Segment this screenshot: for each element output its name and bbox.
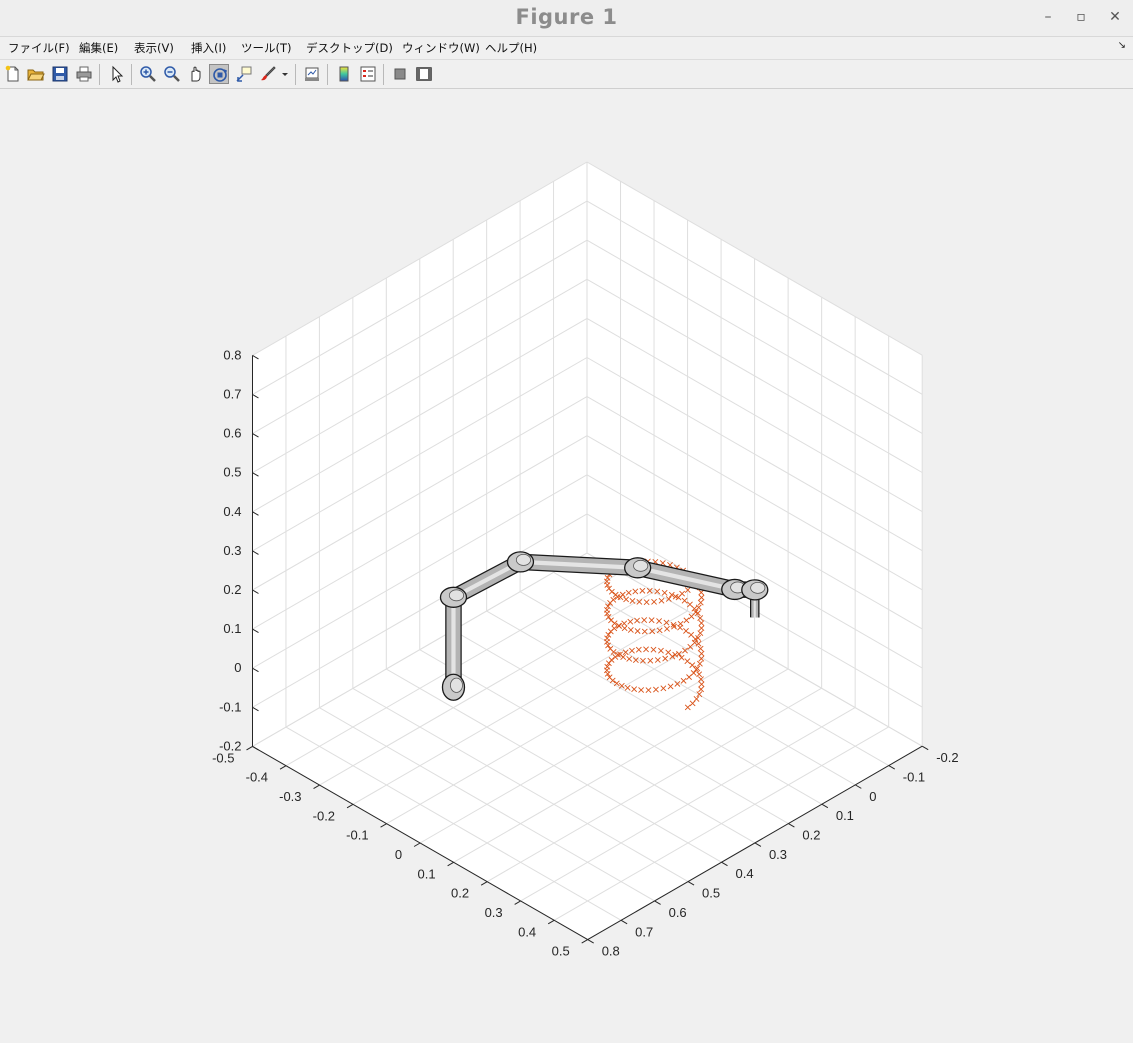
x-tick-mark (313, 784, 320, 789)
arm-joint-cap (515, 553, 532, 566)
zoom-out-icon[interactable] (162, 64, 182, 84)
x-tick-label: 0.1 (418, 866, 436, 881)
z-tick-label: -0.1 (219, 699, 241, 714)
y-tick-label: 0.5 (702, 886, 720, 901)
x-tick-mark (547, 919, 555, 925)
toolbar-separator (383, 64, 384, 85)
arm-joint-cap (450, 677, 463, 693)
menu-tools[interactable]: ツール(T) (241, 40, 292, 56)
minimize-button[interactable]: – (1037, 6, 1059, 28)
y-tick-label: 0.1 (836, 808, 854, 823)
window-title: Figure 1 (515, 5, 618, 29)
toolbar-separator (131, 64, 132, 85)
title-bar: Figure 1 – ▫ ✕ (0, 0, 1133, 37)
x-tick-mark (447, 861, 454, 867)
menu-file[interactable]: ファイル(F) (8, 40, 70, 56)
x-tick-mark (246, 745, 253, 751)
arm-joint-cap (750, 581, 766, 594)
y-tick-label: 0.2 (802, 828, 820, 843)
undock-arrow-icon[interactable]: ↘ (1118, 40, 1126, 51)
rotate-3d-icon[interactable] (209, 64, 229, 84)
x-tick-mark (581, 939, 588, 944)
y-tick-mark (721, 861, 728, 867)
zoom-in-icon[interactable] (138, 64, 158, 84)
x-tick-label: 0 (395, 847, 402, 862)
print-icon[interactable] (74, 64, 94, 84)
new-figure-icon[interactable] (3, 64, 23, 84)
y-tick-mark (855, 784, 862, 789)
arm-joint-cap (448, 589, 465, 602)
z-tick-label: 0.4 (223, 504, 241, 519)
z-tick-label: -0.2 (219, 738, 241, 753)
z-tick-label: 0.1 (223, 621, 241, 636)
z-tick-label: 0.3 (223, 543, 241, 558)
z-tick-label: 0.6 (223, 426, 241, 441)
hide-plot-tools-icon[interactable] (390, 64, 410, 84)
y-tick-mark (754, 842, 762, 847)
menu-insert[interactable]: 挿入(I) (191, 40, 226, 56)
x-tick-mark (480, 881, 488, 886)
menu-view[interactable]: 表示(V) (134, 40, 174, 56)
x-tick-label: 0.3 (485, 905, 503, 920)
z-tick-label: 0.5 (223, 465, 241, 480)
z-tick-label: 0 (234, 660, 241, 675)
y-tick-label: 0.8 (602, 944, 620, 959)
close-button[interactable]: ✕ (1104, 6, 1126, 28)
y-tick-mark (888, 765, 896, 770)
menu-desktop[interactable]: デスクトップ(D) (306, 40, 393, 56)
insert-colorbar-icon[interactable] (334, 64, 354, 84)
z-tick-label: 0.8 (223, 347, 241, 362)
arm-joint-cap (633, 559, 649, 572)
data-cursor-icon[interactable] (234, 64, 254, 84)
figure-toolbar (0, 60, 1133, 89)
x-tick-label: 0.5 (552, 944, 570, 959)
x-tick-mark (346, 803, 354, 809)
menu-help[interactable]: ヘルプ(H) (485, 40, 537, 56)
menu-edit[interactable]: 編集(E) (79, 40, 118, 56)
open-folder-icon[interactable] (26, 64, 46, 84)
maximize-button[interactable]: ▫ (1070, 6, 1092, 28)
brush-dropdown-icon[interactable] (280, 64, 290, 84)
brush-icon[interactable] (258, 64, 278, 84)
y-tick-mark (821, 803, 829, 809)
y-tick-mark (687, 881, 695, 886)
y-tick-mark (921, 745, 929, 751)
x-tick-label: -0.4 (246, 770, 268, 785)
y-tick-label: 0 (869, 789, 876, 804)
x-tick-mark (380, 823, 387, 828)
insert-legend-icon[interactable] (358, 64, 378, 84)
z-tick-label: 0.7 (223, 387, 241, 402)
y-tick-mark (654, 900, 661, 905)
menu-bar: ファイル(F) 編集(E) 表示(V) 挿入(I) ツール(T) デスクトップ(… (0, 37, 1133, 60)
axes-3d[interactable]: -0.5-0.4-0.3-0.2-0.100.10.20.30.40.5-0.2… (0, 89, 1133, 1043)
x-tick-label: -0.2 (313, 808, 335, 823)
x-tick-label: -0.3 (279, 789, 301, 804)
y-tick-mark (620, 919, 628, 925)
link-plot-icon[interactable] (302, 64, 322, 84)
y-tick-label: 0.4 (736, 866, 754, 881)
x-tick-mark (279, 765, 287, 770)
y-tick-mark (587, 939, 594, 944)
x-tick-mark (413, 842, 421, 847)
z-tick-label: 0.2 (223, 582, 241, 597)
x-tick-label: -0.1 (346, 828, 368, 843)
toolbar-separator (99, 64, 100, 85)
toolbar-separator (327, 64, 328, 85)
x-tick-mark (514, 900, 521, 905)
edit-plot-arrow-icon[interactable] (107, 64, 127, 84)
y-tick-label: 0.7 (635, 924, 653, 939)
pan-hand-icon[interactable] (186, 64, 206, 84)
x-tick-label: 0.4 (518, 924, 536, 939)
save-icon[interactable] (50, 64, 70, 84)
x-tick-label: 0.2 (451, 886, 469, 901)
y-tick-mark (788, 823, 795, 828)
y-tick-label: 0.6 (669, 905, 687, 920)
y-tick-label: 0.3 (769, 847, 787, 862)
toolbar-separator (295, 64, 296, 85)
menu-window[interactable]: ウィンドウ(W) (402, 40, 480, 56)
y-tick-label: -0.1 (903, 770, 925, 785)
y-tick-label: -0.2 (936, 750, 958, 765)
show-plot-tools-icon[interactable] (414, 64, 434, 84)
